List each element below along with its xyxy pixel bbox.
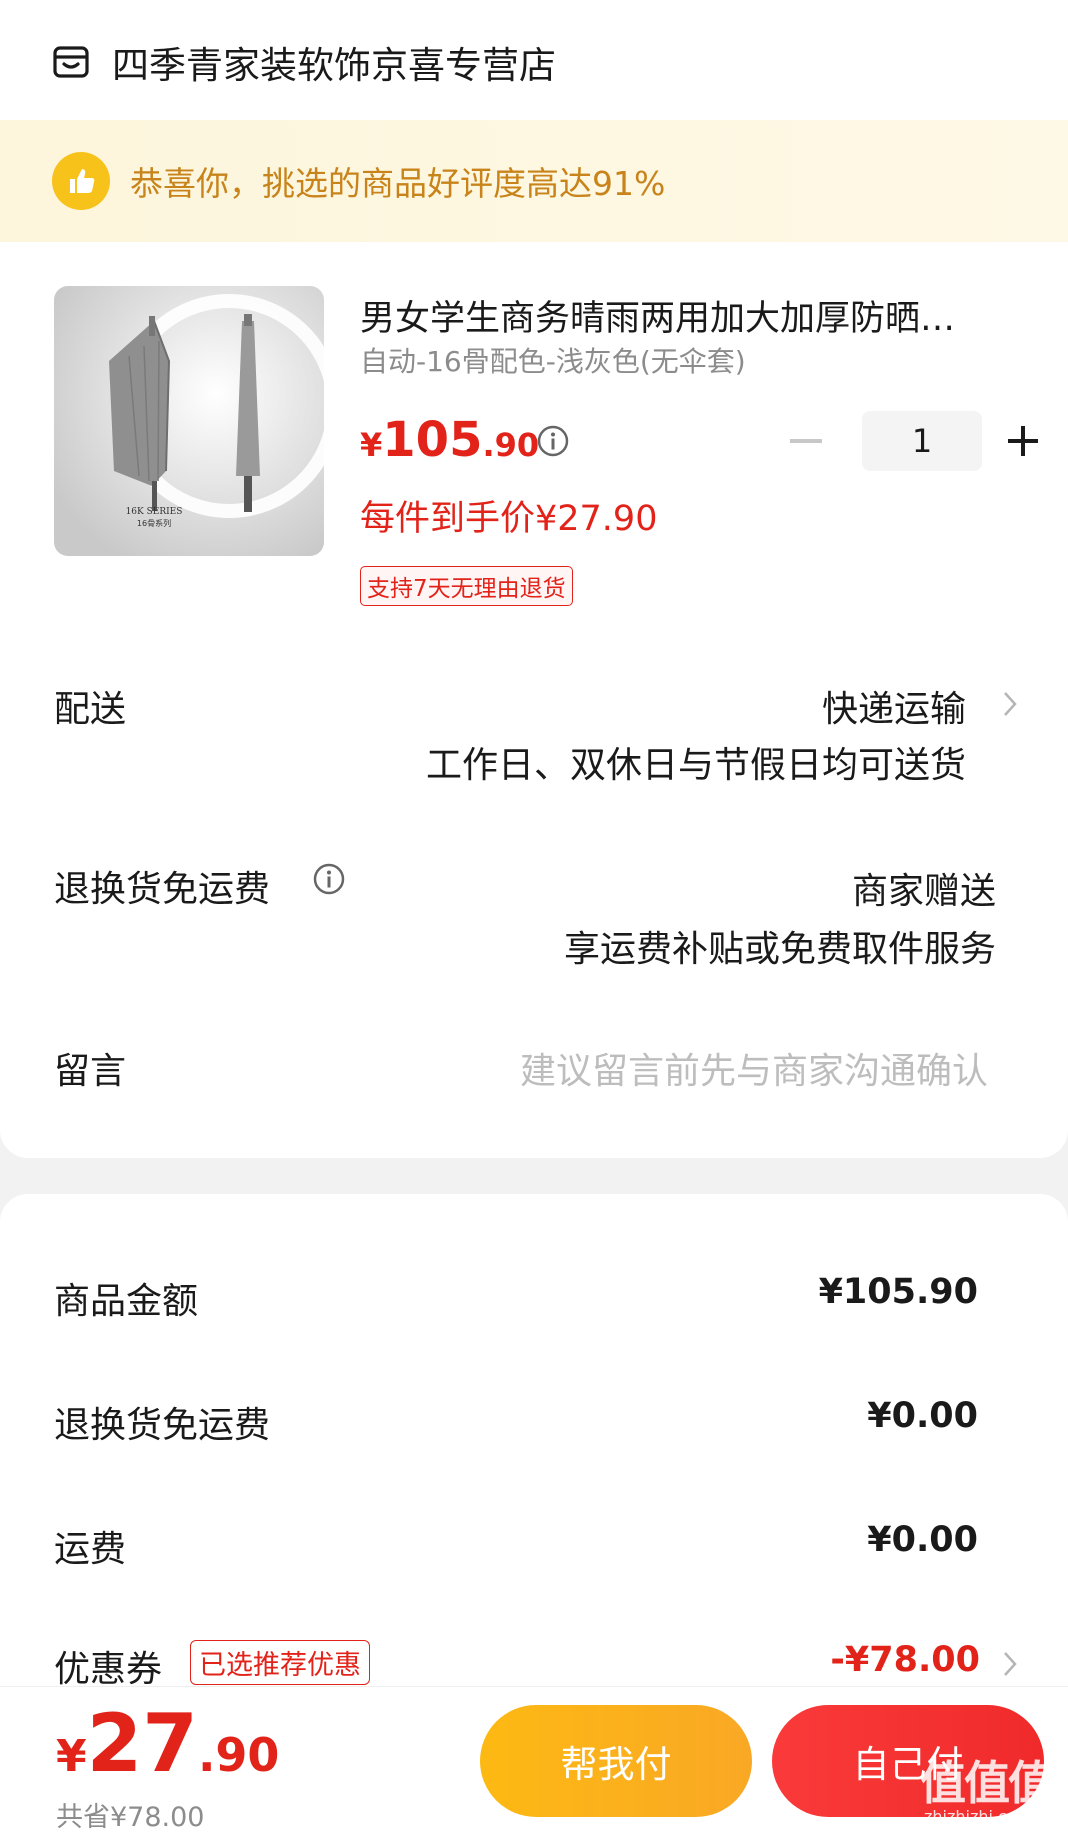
order-card: 四季青家装软饰京喜专营店 恭喜你，挑选的商品好评度高达91% 16K SERIE… [0,0,1068,1158]
delivery-method[interactable]: 快递运输 [822,680,966,732]
increase-button[interactable] [1008,426,1038,456]
price-decimal: .90 [482,426,540,464]
product-image[interactable]: 16K SERIES 16骨系列 [54,286,324,556]
saved-amount: 共省¥78.00 [56,1802,205,1833]
total-price: ¥27.90 [56,1697,279,1790]
thumbs-up-icon [52,152,110,210]
chevron-right-icon[interactable] [1002,690,1018,718]
total-integer: 27 [86,1697,198,1790]
chevron-right-icon[interactable] [1002,1650,1018,1678]
delivery-label: 配送 [54,689,127,730]
shipping-fee-label: 运费 [54,1529,127,1570]
coupon-value[interactable]: -¥78.00 [830,1640,980,1680]
delivery-note: 工作日、双休日与节假日均可送货 [425,745,966,786]
bottom-bar: ¥27.90 共省¥78.00 帮我付 自己付 值值值 zhizhizhi.co… [0,1686,1068,1834]
total-currency: ¥ [56,1731,87,1782]
info-icon[interactable] [536,424,570,458]
return-fee-label: 退换货免运费 [54,1405,271,1446]
store-icon [53,46,89,78]
return-shipping-value: 商家赠送 [851,871,996,912]
coupon-tag: 已选推荐优惠 [190,1640,370,1685]
message-input[interactable]: 建议留言前先与商家沟通确认 [520,1042,988,1094]
price-integer: 105 [382,412,483,468]
product-image-sub: 16骨系列 [137,518,171,528]
product-image-series: 16K SERIES [126,507,183,517]
watermark-url: zhizhizhi.com [924,1807,1033,1826]
total-decimal: .90 [197,1728,280,1782]
hand-price: 每件到手价¥27.90 [360,499,658,539]
decrease-button[interactable] [790,439,822,443]
watermark: 值值值 [920,1756,1054,1810]
rating-banner: 恭喜你，挑选的商品好评度高达91% [0,120,1068,242]
message-label: 留言 [54,1051,127,1092]
store-header[interactable]: 四季青家装软饰京喜专营店 [52,30,556,94]
goods-amount-value: ¥105.90 [818,1272,978,1312]
price-currency: ¥ [360,426,383,464]
goods-amount-label: 商品金额 [54,1281,199,1322]
product-spec[interactable]: 自动-16骨配色-浅灰色(无伞套) [360,340,746,380]
help-pay-button[interactable]: 帮我付 [480,1705,752,1817]
store-name: 四季青家装软饰京喜专营店 [112,44,556,87]
product-price: ¥105.90 [360,412,539,468]
shipping-fee-value: ¥0.00 [867,1520,978,1560]
info-icon[interactable] [312,862,346,896]
coupon-label: 优惠券 [54,1649,163,1690]
return-fee-value: ¥0.00 [867,1396,978,1436]
return-shipping-label: 退换货免运费 [54,869,271,910]
return-policy-tag: 支持7天无理由退货 [360,566,573,606]
quantity-field[interactable]: 1 [862,411,982,471]
product-title[interactable]: 男女学生商务晴雨两用加大加厚防晒… [360,290,1020,341]
banner-text: 恭喜你，挑选的商品好评度高达91% [130,164,666,203]
return-shipping-note: 享运费补贴或免费取件服务 [563,929,996,970]
quantity-stepper: 1 [790,410,1038,472]
